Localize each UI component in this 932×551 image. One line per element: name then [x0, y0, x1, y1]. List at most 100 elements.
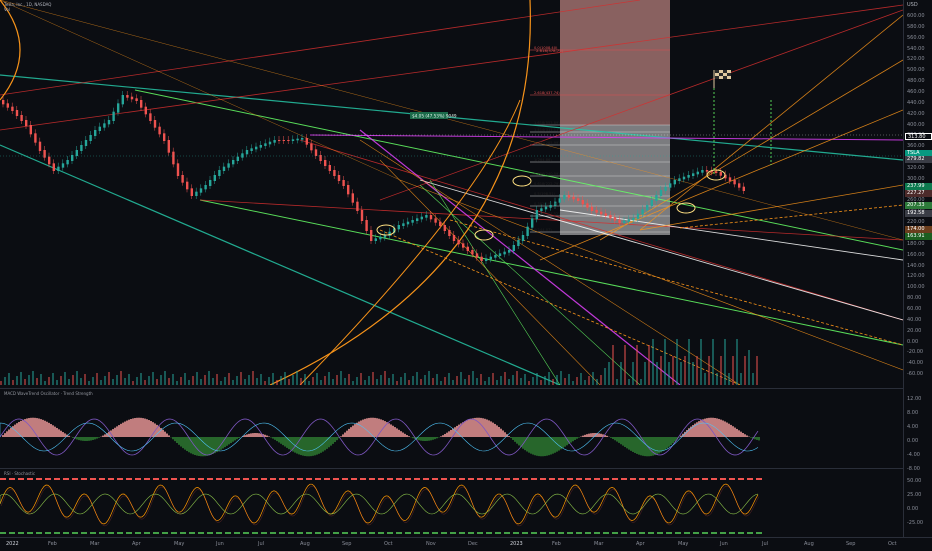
wave-bar [578, 437, 580, 438]
wave-bar [8, 430, 10, 437]
volume-bar [432, 378, 434, 385]
volume-bar [632, 362, 634, 385]
candle [273, 140, 275, 143]
wave-bar [56, 428, 58, 437]
candle [241, 153, 243, 157]
wave-bar [668, 437, 670, 447]
oscillator-pane[interactable]: MACD WaveTrend Oscillator · Trend Streng… [0, 388, 903, 467]
price-tag[interactable]: 279.82 [905, 156, 932, 163]
candle [402, 223, 404, 226]
candle [444, 225, 446, 231]
volume-legend[interactable]: Vol [4, 7, 10, 12]
candle [195, 192, 197, 196]
price-chart[interactable]: $4.05 (47.53%) 9049 2.618(378.75) 0.0(10… [0, 0, 903, 385]
volume-bar [260, 374, 262, 385]
candle [7, 103, 9, 107]
volume-bar [340, 371, 342, 385]
price-axis[interactable]: USD 600.00580.00560.00540.00520.00500.00… [903, 0, 932, 537]
volume-bar [756, 356, 758, 385]
time-axis[interactable]: 2022FebMarAprMayJunJulAugSepOctNovDec202… [0, 537, 932, 551]
wave-bar [196, 437, 198, 456]
candle [490, 257, 492, 260]
candle [361, 210, 363, 221]
price-tag[interactable]: 207.33 [905, 202, 932, 209]
price-tag[interactable]: 227.27 [905, 190, 932, 197]
price-tag[interactable]: 192.58 [905, 210, 932, 217]
wave-bar [102, 436, 104, 437]
wave-bar [198, 437, 200, 456]
candle [669, 183, 671, 187]
candle [646, 205, 648, 210]
rsi-pane[interactable]: RSI · Stochastic [0, 468, 903, 538]
candle [140, 100, 142, 108]
oscillator-chart[interactable] [0, 389, 903, 467]
volume-bar [64, 372, 66, 385]
wave-bar [174, 437, 176, 441]
interval-label[interactable]: 1D [26, 2, 32, 7]
wave-bar [288, 437, 290, 449]
oscillator-legend[interactable]: MACD WaveTrend Oscillator · Trend Streng… [4, 391, 93, 396]
wave-bar [114, 428, 116, 437]
wave-bar [374, 418, 376, 437]
wave-bar [406, 435, 408, 437]
rsi-chart[interactable] [0, 469, 903, 538]
wave-bar [192, 437, 194, 454]
candle [614, 217, 616, 220]
volume-bar [60, 376, 62, 385]
price-tag[interactable]: 313.80 [905, 133, 932, 140]
candle [232, 160, 234, 164]
price-tag[interactable]: 174.00 [905, 226, 932, 233]
volume-bar [128, 374, 130, 385]
price-tag[interactable]: 163.91 [905, 233, 932, 240]
symbol-legend[interactable]: Tesla, Inc., 1D, NASDAQ Vol [4, 2, 51, 12]
wave-bar [238, 437, 240, 438]
wave-bar [616, 437, 618, 442]
wave-bar [236, 437, 238, 439]
candle [388, 232, 390, 236]
wave-bar [530, 437, 532, 454]
volume-bar [12, 380, 14, 385]
wave-bar [598, 433, 600, 437]
candle [370, 230, 372, 241]
volume-bar [212, 378, 214, 385]
wave-bar [312, 437, 314, 456]
volume-bar [616, 379, 618, 385]
highlight-ellipse [475, 230, 493, 240]
wave-bar [48, 423, 50, 437]
chart-workspace[interactable]: $4.05 (47.53%) 9049 2.618(378.75) 0.0(10… [0, 0, 932, 550]
wave-bar [166, 434, 168, 437]
price-tag[interactable]: 237.99 [905, 183, 932, 190]
currency-label[interactable]: USD [907, 2, 918, 8]
rsi-legend[interactable]: RSI · Stochastic [4, 471, 35, 476]
volume-bar [740, 373, 742, 385]
wave-bar [724, 421, 726, 437]
volume-bar [372, 372, 374, 385]
candle [595, 210, 597, 213]
wave-bar [244, 435, 246, 437]
volume-bar [744, 356, 746, 385]
wave-bar [746, 435, 748, 437]
wave-bar [572, 437, 574, 441]
candle [260, 145, 262, 148]
candle [255, 147, 257, 150]
wave-bar [440, 436, 442, 437]
price-tick: 480.00 [907, 78, 925, 84]
price-tick: 580.00 [907, 24, 925, 30]
candle [301, 138, 303, 140]
volume-bar [580, 373, 582, 385]
wave-bar [32, 418, 34, 437]
wave-bar [132, 418, 134, 437]
wave-bar [164, 432, 166, 437]
wave-bar [400, 431, 402, 437]
wave-bar [26, 418, 28, 437]
volume-bar [572, 381, 574, 385]
candle [522, 235, 524, 241]
candle [204, 185, 206, 189]
volume-bar [540, 380, 542, 385]
wave-bar [494, 424, 496, 437]
wave-bar [734, 428, 736, 437]
price-pane[interactable]: $4.05 (47.53%) 9049 2.618(378.75) 0.0(10… [0, 0, 903, 385]
volume-bar [240, 372, 242, 385]
wave-bar [96, 437, 98, 439]
wave-bar [228, 437, 230, 444]
